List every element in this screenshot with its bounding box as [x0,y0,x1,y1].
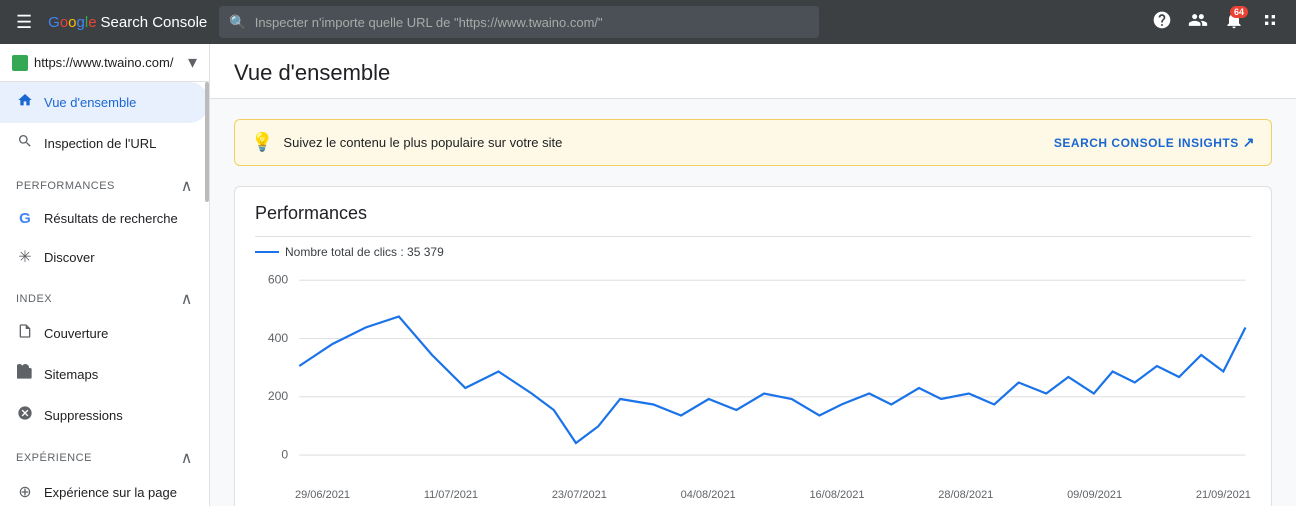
home-icon [16,92,34,113]
sidebar-item-experience-page[interactable]: ⊕ Expérience sur la page [0,472,209,506]
suppressions-icon [16,405,34,426]
sidebar-label-couverture: Couverture [44,326,108,341]
x-label-2: 23/07/2021 [552,489,607,501]
sitemaps-icon [16,364,34,385]
experience-chevron[interactable]: ∧ [181,448,193,468]
search-console-wordmark: Search Console [101,14,208,31]
help-icon[interactable] [1148,6,1176,39]
notification-icon[interactable]: 64 [1220,6,1248,39]
sidebar-item-couverture[interactable]: Couverture [0,313,209,354]
performance-chart: 600 400 200 0 [255,267,1251,487]
chart-svg: 600 400 200 0 [255,267,1251,487]
app-logo: Google Search Console [48,14,207,31]
sidebar-section-performances: Performances ∧ [0,164,209,200]
experience-page-icon: ⊕ [16,482,34,502]
google-g-icon: G [16,210,34,227]
google-wordmark: Google [48,14,96,31]
sidebar-section-experience: Expérience ∧ [0,436,209,472]
performance-card: Performances Nombre total de clics : 35 … [234,186,1272,506]
performances-chevron[interactable]: ∧ [181,176,193,196]
section-label-experience: Expérience [16,452,92,464]
search-console-insights-link[interactable]: SEARCH CONSOLE INSIGHTS ↗ [1054,134,1255,151]
section-label-index: Index [16,293,52,305]
chart-x-axis: 29/06/2021 11/07/2021 23/07/2021 04/08/2… [255,487,1251,506]
sidebar-label-inspection: Inspection de l'URL [44,136,156,151]
notification-badge: 64 [1230,6,1248,18]
x-label-6: 09/09/2021 [1067,489,1122,501]
legend-line-clics [255,251,279,253]
x-label-4: 16/08/2021 [809,489,864,501]
nav-right-actions: 64 [1148,6,1284,39]
sidebar-item-vue-ensemble[interactable]: Vue d'ensemble [0,82,209,123]
search-input[interactable] [255,15,810,30]
insights-link-label: SEARCH CONSOLE INSIGHTS [1054,136,1239,150]
external-link-icon: ↗ [1243,134,1255,151]
content-header: Vue d'ensemble [210,44,1296,99]
chart-line [299,317,1245,444]
main-layout: https://www.twaino.com/ ▾ Vue d'ensemble… [0,44,1296,506]
sidebar-item-suppressions[interactable]: Suppressions [0,395,209,436]
hamburger-icon[interactable]: ☰ [12,8,36,37]
sidebar-label-discover: Discover [44,250,95,265]
svg-text:200: 200 [268,389,289,403]
insight-banner: 💡 Suivez le contenu le plus populaire su… [234,119,1272,166]
page-title: Vue d'ensemble [234,60,1272,86]
sidebar-label-suppressions: Suppressions [44,408,123,423]
user-icon[interactable] [1184,6,1212,39]
svg-text:600: 600 [268,273,289,287]
apps-icon[interactable] [1256,6,1284,39]
svg-text:0: 0 [281,447,288,461]
chart-legend: Nombre total de clics : 35 379 [255,245,1251,259]
index-chevron[interactable]: ∧ [181,289,193,309]
sidebar-scrollbar [205,82,209,202]
inspection-icon [16,133,34,154]
discover-icon: ✳ [16,247,34,267]
sidebar-label-experience-page: Expérience sur la page [44,485,177,500]
x-label-0: 29/06/2021 [295,489,350,501]
site-dropdown-icon[interactable]: ▾ [188,52,197,73]
site-url: https://www.twaino.com/ [34,55,182,70]
sidebar-item-discover[interactable]: ✳ Discover [0,237,209,277]
performance-card-title: Performances [255,203,1251,224]
site-favicon [12,55,28,71]
sidebar-section-index: Index ∧ [0,277,209,313]
svg-text:400: 400 [268,331,289,345]
x-label-3: 04/08/2021 [681,489,736,501]
x-label-1: 11/07/2021 [424,489,478,501]
sidebar-item-inspection[interactable]: Inspection de l'URL [0,123,209,164]
sidebar-label-vue-ensemble: Vue d'ensemble [44,95,136,110]
section-label-performances: Performances [16,180,115,192]
sidebar-label-resultats: Résultats de recherche [44,211,178,226]
bulb-icon: 💡 [251,132,273,153]
top-nav: ☰ Google Search Console 🔍 64 [0,0,1296,44]
site-selector[interactable]: https://www.twaino.com/ ▾ [0,44,209,82]
insight-text: Suivez le contenu le plus populaire sur … [283,135,1043,150]
sidebar-item-resultats[interactable]: G Résultats de recherche [0,200,209,237]
sidebar: https://www.twaino.com/ ▾ Vue d'ensemble… [0,44,210,506]
couverture-icon [16,323,34,344]
content-body: 💡 Suivez le contenu le plus populaire su… [210,99,1296,506]
search-icon: 🔍 [229,14,246,31]
url-search-bar[interactable]: 🔍 [219,6,819,38]
x-label-7: 21/09/2021 [1196,489,1251,501]
sidebar-label-sitemaps: Sitemaps [44,367,98,382]
main-content: Vue d'ensemble 💡 Suivez le contenu le pl… [210,44,1296,506]
x-label-5: 28/08/2021 [938,489,993,501]
legend-label-clics: Nombre total de clics : 35 379 [285,245,444,259]
sidebar-item-sitemaps[interactable]: Sitemaps [0,354,209,395]
